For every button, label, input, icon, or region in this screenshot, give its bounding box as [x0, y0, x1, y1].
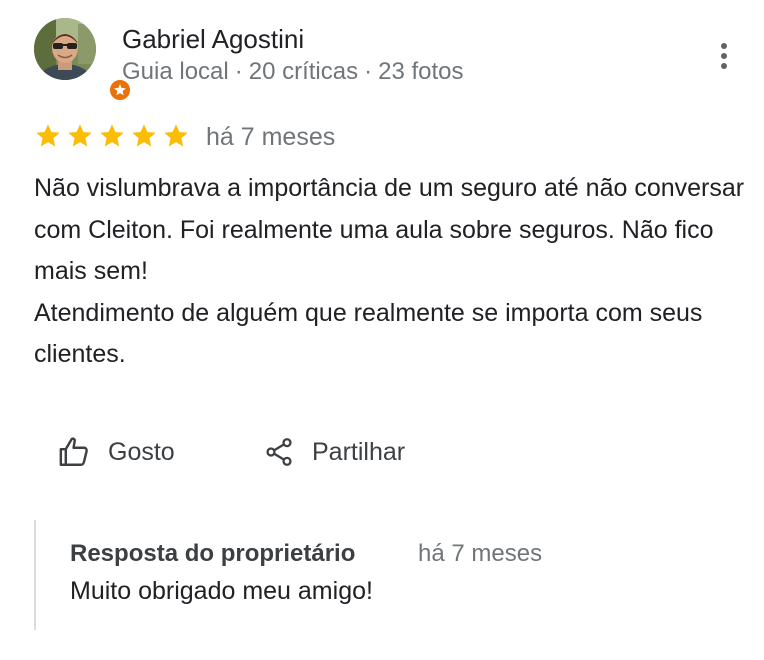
review-date: há 7 meses — [206, 123, 336, 151]
star-icon — [36, 124, 60, 147]
star-icon — [68, 124, 92, 147]
reviewer-meta: Guia local · 20 críticas · 23 fotos — [122, 56, 464, 88]
avatar-photo — [34, 18, 96, 80]
meta-separator: · — [364, 58, 373, 85]
photos-count: 23 fotos — [378, 58, 464, 85]
share-label: Partilhar — [312, 437, 406, 466]
review-text: Não vislumbrava a importância de um segu… — [34, 168, 750, 376]
star-icon — [132, 124, 156, 147]
star-rating — [34, 122, 190, 150]
review-card: Gabriel Agostini Guia local · 20 críticas ·… — [0, 0, 764, 660]
owner-response-date: há 7 meses — [418, 540, 543, 567]
reviewer-name[interactable]: Gabriel Agostini — [122, 22, 304, 56]
thumb-up-icon — [58, 435, 92, 469]
local-guide-label: Guia local — [122, 58, 229, 85]
owner-response-text: Muito obrigado meu amigo! — [70, 577, 373, 605]
more-options-button[interactable] — [706, 36, 742, 76]
like-button[interactable]: Gosto — [58, 430, 175, 474]
star-icon — [164, 124, 188, 147]
meta-separator: · — [234, 58, 243, 85]
review-paragraph: Não vislumbrava a importância de um segu… — [34, 174, 745, 285]
owner-response-title: Resposta do proprietário — [70, 540, 356, 567]
more-vert-icon — [721, 43, 727, 69]
avatar[interactable] — [34, 18, 132, 102]
review-paragraph: Atendimento de alguém que realmente se i… — [34, 298, 703, 369]
share-icon — [262, 435, 296, 469]
owner-response: Resposta do proprietário há 7 meses Muit… — [34, 520, 736, 630]
star-icon — [100, 124, 124, 147]
share-button[interactable]: Partilhar — [262, 430, 405, 474]
like-label: Gosto — [108, 437, 175, 466]
reviews-count: 20 críticas — [248, 58, 359, 85]
